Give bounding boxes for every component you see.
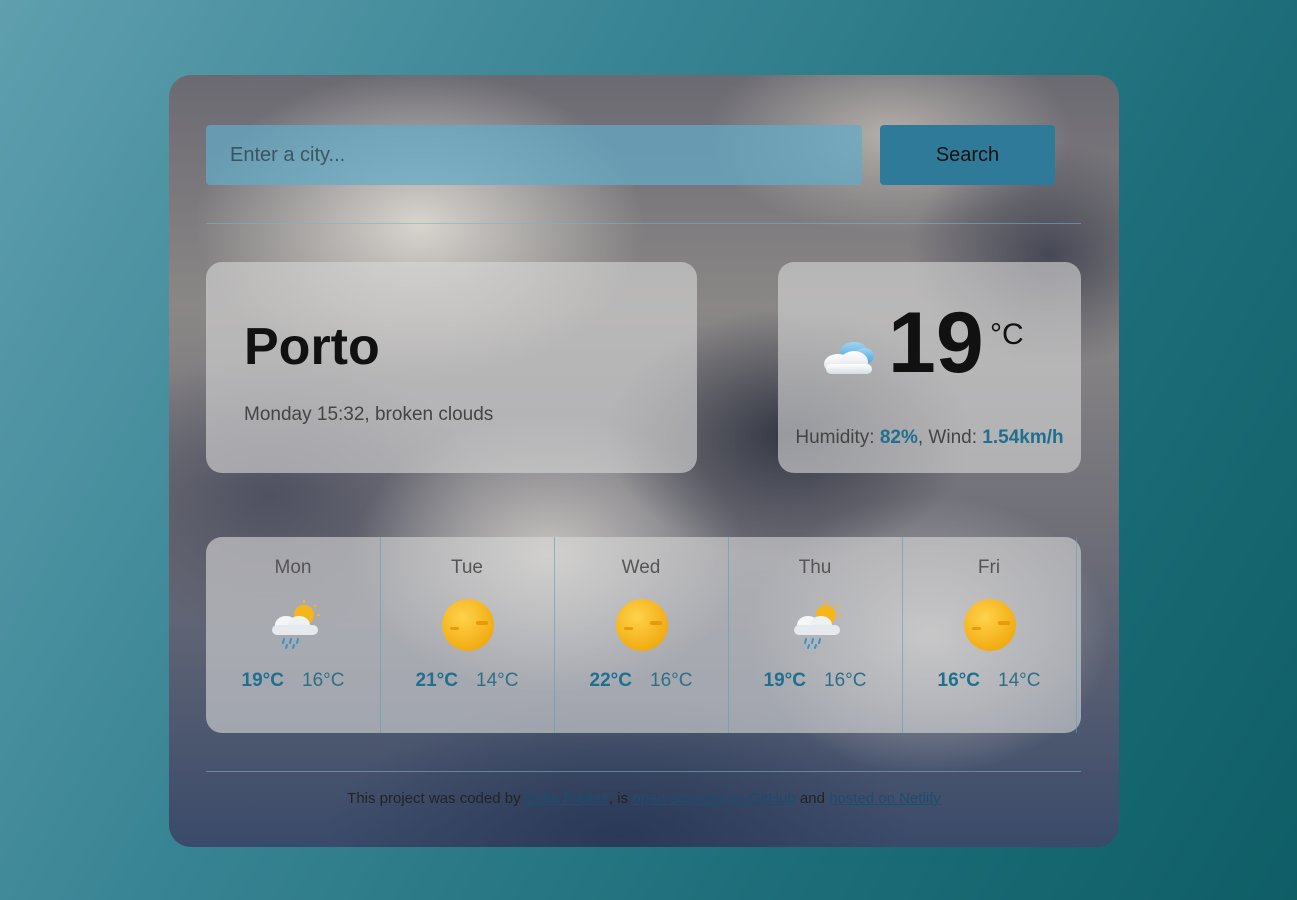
forecast-day: Tue 21°C 14°C (380, 537, 555, 733)
forecast-max: 16°C (937, 670, 980, 691)
github-link[interactable]: open-sourced on GitHub (632, 790, 795, 807)
weather-app: Search Porto Monday 15:32, broken clouds… (169, 75, 1119, 847)
forecast-temps: 16°C 14°C (902, 670, 1076, 692)
forecast-min: 16°C (650, 670, 693, 691)
search-button[interactable]: Search (880, 125, 1055, 185)
city-card: Porto Monday 15:32, broken clouds (206, 262, 697, 473)
footer-middle: , is (608, 790, 633, 807)
city-name: Porto (244, 318, 380, 376)
footer-and: and (795, 790, 830, 807)
humidity-wind: Humidity: 82%, Wind: 1.54km/h (788, 427, 1071, 449)
forecast-day-name: Fri (977, 557, 1001, 578)
forecast-temps: 22°C 16°C (554, 670, 728, 692)
forecast-min: 16°C (824, 670, 867, 691)
temperature-unit: °C (990, 318, 1024, 351)
forecast-max: 19°C (763, 670, 806, 691)
forecast-temps: 19°C 16°C (728, 670, 902, 692)
current-temperature: 19 (888, 295, 984, 391)
humidity-label: Humidity: (795, 427, 880, 448)
forecast-day-name: Wed (621, 557, 661, 578)
forecast-day-name: Tue (450, 557, 484, 578)
date-description: Monday 15:32, broken clouds (244, 404, 494, 425)
forecast-day: Wed 22°C 16°C (554, 537, 729, 733)
forecast-strip: Mon 19°C 16°C Tue 21°C 14°C Wed 22°C 16°… (206, 537, 1081, 733)
humidity-value: 82% (879, 427, 918, 448)
forecast-min: 14°C (476, 670, 519, 691)
footer-prefix: This project was coded by (347, 790, 525, 807)
wind-value: 1.54km/h (982, 427, 1064, 448)
city-search-input[interactable] (206, 125, 862, 185)
forecast-temps: 19°C 16°C (206, 670, 380, 692)
forecast-max: 19°C (241, 670, 284, 691)
cloud-icon (824, 342, 874, 374)
forecast-day: Fri 16°C 14°C (902, 537, 1077, 733)
bottom-divider (206, 771, 1081, 772)
sun-icon (616, 599, 668, 651)
wind-label: , Wind: (917, 427, 983, 448)
forecast-day: Thu 19°C 16°C (728, 537, 903, 733)
rain-sun-icon (272, 600, 320, 649)
forecast-day-name: Mon (274, 557, 312, 578)
forecast-min: 16°C (302, 670, 345, 691)
forecast-max: 22°C (589, 670, 632, 691)
top-divider (206, 223, 1081, 224)
sun-icon (964, 599, 1016, 651)
forecast-day-name: Thu (798, 557, 832, 578)
rain-sun-icon (794, 600, 842, 649)
temperature-card: 19 °C Humidity: 82%, Wind: 1.54km/h (778, 262, 1081, 473)
forecast-min: 14°C (998, 670, 1041, 691)
author-link[interactable]: Sofia Freitas (525, 790, 609, 807)
forecast-max: 21°C (415, 670, 458, 691)
footer: This project was coded by Sofia Freitas,… (169, 790, 1119, 807)
forecast-day: Mon 19°C 16°C (206, 537, 381, 733)
netlify-link[interactable]: hosted on Netlify (829, 790, 941, 807)
forecast-temps: 21°C 14°C (380, 670, 554, 692)
sun-icon (442, 599, 494, 651)
